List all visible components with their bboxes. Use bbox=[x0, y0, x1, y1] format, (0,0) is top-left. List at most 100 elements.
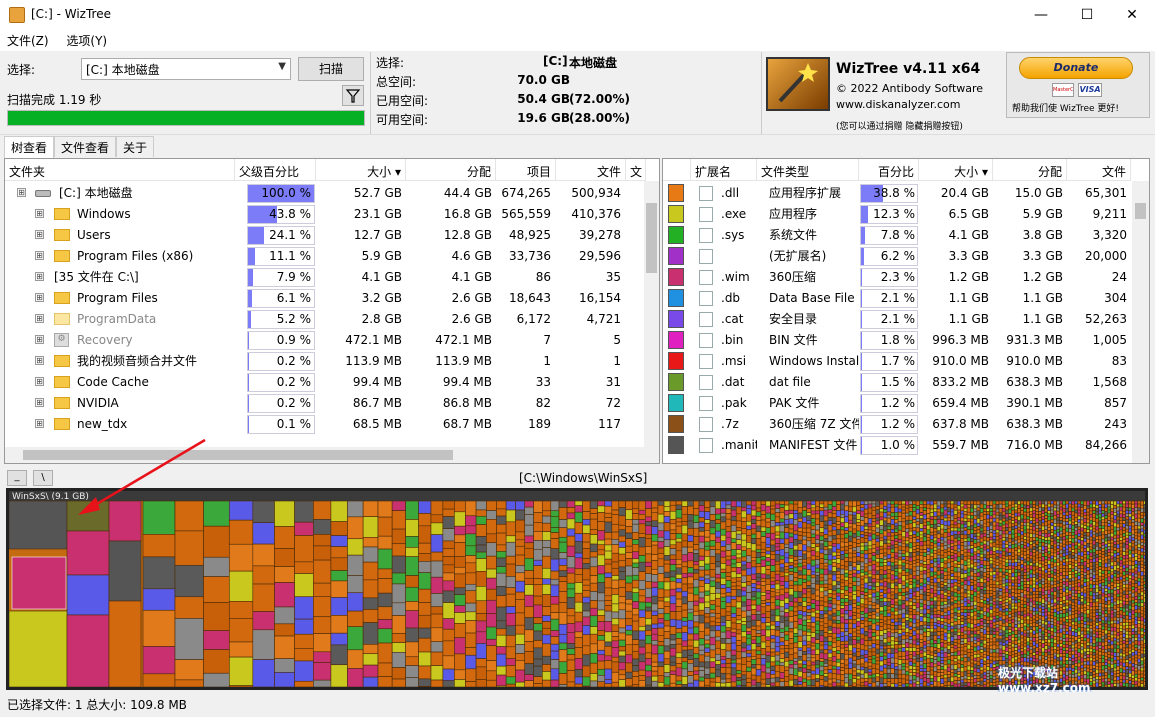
treemap-tile[interactable] bbox=[645, 624, 652, 631]
treemap-tile[interactable] bbox=[919, 660, 924, 666]
treemap-tile[interactable] bbox=[645, 684, 652, 687]
treemap-tile[interactable] bbox=[936, 554, 941, 559]
treemap-tile[interactable] bbox=[730, 577, 737, 583]
treemap-tile[interactable] bbox=[960, 523, 965, 529]
treemap-tile[interactable] bbox=[883, 605, 888, 612]
treemap-tile[interactable] bbox=[1004, 614, 1009, 620]
treemap-tile[interactable] bbox=[946, 500, 951, 505]
treemap-tile[interactable] bbox=[741, 500, 747, 508]
treemap-tile[interactable] bbox=[330, 664, 348, 687]
treemap-tile[interactable] bbox=[709, 533, 716, 541]
treemap-tile[interactable] bbox=[1011, 500, 1015, 505]
treemap-tile[interactable] bbox=[926, 674, 931, 679]
treemap-tile[interactable] bbox=[750, 509, 757, 517]
treemap-tile[interactable] bbox=[844, 647, 849, 651]
treemap-tile[interactable] bbox=[735, 596, 742, 603]
treemap-tile[interactable] bbox=[1004, 608, 1009, 612]
treemap-tile[interactable] bbox=[998, 588, 1003, 592]
treemap-tile[interactable] bbox=[810, 685, 816, 687]
treemap-tile[interactable] bbox=[770, 505, 776, 510]
treemap-tile[interactable] bbox=[505, 521, 516, 537]
treemap-tile[interactable] bbox=[963, 675, 968, 680]
treemap-tile[interactable] bbox=[735, 553, 742, 559]
treemap-tile[interactable] bbox=[687, 560, 694, 568]
treemap-tile[interactable] bbox=[505, 587, 516, 595]
treemap-tile[interactable] bbox=[574, 541, 583, 554]
treemap-tile[interactable] bbox=[774, 500, 781, 505]
treemap-tile[interactable] bbox=[860, 537, 865, 544]
treemap-tile[interactable] bbox=[966, 555, 971, 560]
treemap-tile[interactable] bbox=[946, 626, 951, 631]
treemap-tile[interactable] bbox=[863, 685, 869, 687]
list-item[interactable]: .dat dat file 1.5 % 833.2 MB 638.3 MB 1,… bbox=[663, 372, 1132, 393]
treemap-tile[interactable] bbox=[863, 550, 869, 555]
treemap-tile[interactable] bbox=[905, 586, 910, 593]
treemap-tile[interactable] bbox=[933, 680, 938, 687]
treemap-tile[interactable] bbox=[831, 661, 837, 667]
treemap-tile[interactable] bbox=[940, 557, 945, 563]
treemap-tile[interactable] bbox=[863, 577, 869, 584]
treemap-tile[interactable] bbox=[618, 566, 626, 572]
treemap-tile[interactable] bbox=[992, 577, 997, 582]
treemap-tile[interactable] bbox=[347, 538, 364, 556]
treemap-tile[interactable] bbox=[879, 665, 884, 672]
treemap-tile[interactable] bbox=[720, 508, 727, 514]
treemap-tile[interactable] bbox=[901, 526, 906, 532]
treemap-tile[interactable] bbox=[631, 562, 640, 569]
treemap-tile[interactable] bbox=[1008, 555, 1012, 561]
treemap-tile[interactable] bbox=[693, 639, 700, 648]
treemap-tile[interactable] bbox=[963, 616, 968, 620]
treemap-tile[interactable] bbox=[631, 551, 640, 560]
treemap-tile[interactable] bbox=[755, 588, 762, 593]
treemap-tile[interactable] bbox=[943, 552, 948, 558]
treemap-tile[interactable] bbox=[863, 620, 869, 627]
treemap-tile[interactable] bbox=[377, 516, 393, 537]
treemap-tile[interactable] bbox=[252, 543, 275, 567]
treemap-tile[interactable] bbox=[725, 536, 732, 545]
treemap-tile[interactable] bbox=[687, 627, 694, 635]
treemap-tile[interactable] bbox=[960, 538, 965, 543]
treemap-tile[interactable] bbox=[860, 654, 865, 659]
treemap-tile[interactable] bbox=[823, 583, 829, 588]
treemap-tile[interactable] bbox=[454, 556, 466, 568]
treemap-tile[interactable] bbox=[966, 567, 971, 574]
treemap-tile[interactable] bbox=[989, 515, 994, 520]
color-swatch[interactable] bbox=[668, 226, 684, 244]
treemap-tile[interactable] bbox=[879, 558, 884, 563]
treemap-tile[interactable] bbox=[912, 662, 917, 667]
treemap-tile[interactable] bbox=[852, 675, 857, 679]
treemap-tile[interactable] bbox=[940, 683, 945, 687]
treemap-tile[interactable] bbox=[760, 531, 767, 537]
treemap-tile[interactable] bbox=[589, 500, 598, 509]
treemap-tile[interactable] bbox=[950, 676, 955, 682]
treemap-tile[interactable] bbox=[946, 606, 951, 612]
treemap-tile[interactable] bbox=[848, 545, 853, 550]
treemap-tile[interactable] bbox=[912, 582, 917, 589]
treemap-tile[interactable] bbox=[755, 613, 762, 621]
treemap-tile[interactable] bbox=[867, 674, 873, 679]
treemap-tile[interactable] bbox=[793, 597, 799, 603]
treemap-tile[interactable] bbox=[505, 576, 516, 588]
treemap-tile[interactable] bbox=[926, 654, 931, 659]
treemap-tile[interactable] bbox=[894, 575, 899, 580]
treemap-tile[interactable] bbox=[1011, 599, 1015, 604]
expand-icon[interactable]: ⊞ bbox=[35, 377, 44, 386]
treemap-tile[interactable] bbox=[840, 500, 845, 505]
treemap-tile[interactable] bbox=[815, 567, 820, 573]
treemap-tile[interactable] bbox=[936, 508, 941, 513]
treemap-tile[interactable] bbox=[950, 685, 955, 687]
treemap-tile[interactable] bbox=[835, 685, 841, 687]
treemap-tile[interactable] bbox=[863, 604, 869, 609]
treemap-tile[interactable] bbox=[922, 671, 927, 676]
treemap-tile[interactable] bbox=[953, 621, 958, 626]
treemap-tile[interactable] bbox=[915, 599, 920, 604]
treemap-tile[interactable] bbox=[675, 578, 683, 584]
treemap-tile[interactable] bbox=[883, 520, 888, 527]
treemap-tile[interactable] bbox=[956, 612, 961, 617]
treemap-tile[interactable] bbox=[844, 572, 849, 578]
treemap-tile[interactable] bbox=[1001, 555, 1006, 560]
treemap-tile[interactable] bbox=[879, 508, 884, 513]
treemap-tile[interactable] bbox=[908, 504, 913, 508]
treemap-tile[interactable] bbox=[982, 597, 987, 601]
treemap-tile[interactable] bbox=[936, 661, 941, 666]
